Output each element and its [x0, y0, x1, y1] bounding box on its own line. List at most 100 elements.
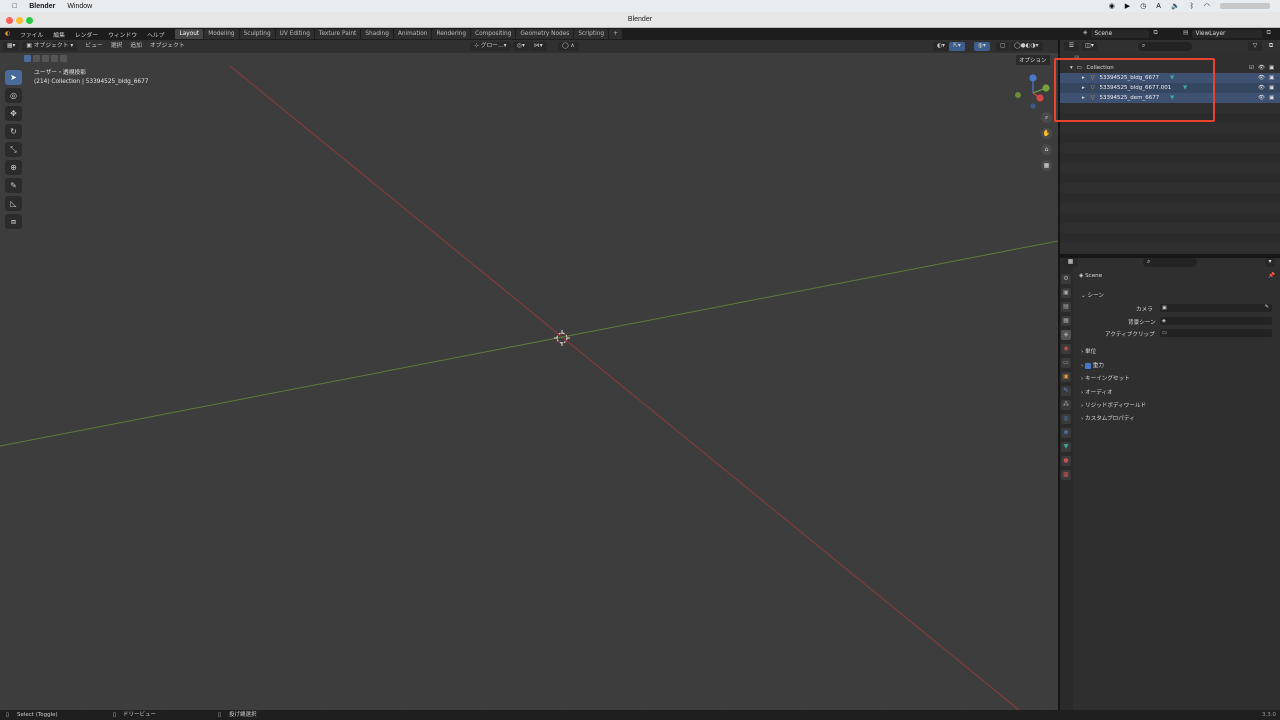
world-tab-icon[interactable]: ◉	[1061, 344, 1071, 354]
menu-edit[interactable]: 編集	[48, 30, 70, 39]
mesh-data-icon[interactable]: ▼	[1170, 93, 1174, 103]
tab-compositing[interactable]: Compositing	[471, 29, 516, 39]
3d-viewport[interactable]: ▦▾ ▣ オブジェクト ▾ ビュー 選択 追加 オブジェクト ⊹ グロー...▾…	[0, 40, 1058, 710]
viewport-canvas[interactable]	[0, 53, 1058, 710]
minimize-window-button[interactable]	[16, 17, 23, 24]
play-icon[interactable]: ▶	[1125, 2, 1130, 10]
properties-options-icon[interactable]: ▾	[1265, 258, 1275, 267]
modifier-tab-icon[interactable]: ✎	[1061, 386, 1071, 396]
menu-object[interactable]: オブジェクト	[146, 42, 189, 51]
collapse-arrow-icon[interactable]: ▾	[1070, 65, 1073, 71]
options-button[interactable]: オプション	[1016, 55, 1050, 65]
collection-checkbox-icon[interactable]: ☑	[1249, 63, 1254, 73]
expand-arrow-icon[interactable]: ▸	[1082, 95, 1085, 101]
texture-tab-icon[interactable]: ▩	[1061, 470, 1071, 480]
keying-sets-panel[interactable]: › キーイングセット	[1081, 374, 1130, 382]
object-visibility-icon[interactable]: 👁	[1258, 93, 1265, 103]
tab-uv-editing[interactable]: UV Editing	[275, 29, 314, 39]
mesh-data-icon[interactable]: ▼	[1170, 73, 1174, 83]
add-workspace-button[interactable]: +	[609, 29, 622, 39]
outliner-item-dem[interactable]: ▸ ▽ 53394525_dem_6677 ▼ 👁 ▣	[1060, 93, 1280, 103]
eyedropper-icon[interactable]: ✎	[1265, 304, 1269, 310]
menu-file[interactable]: ファイル	[15, 30, 48, 39]
properties-editor-type-icon[interactable]: ▦	[1063, 258, 1078, 267]
gizmo-toggle[interactable]: ⇱▾	[949, 42, 965, 51]
menu-view[interactable]: ビュー	[81, 42, 106, 51]
scene-collection-row[interactable]: ▤	[1060, 53, 1280, 63]
new-collection-icon[interactable]: ⧉	[1266, 42, 1276, 51]
object-render-icon[interactable]: ▣	[1269, 83, 1274, 93]
object-visibility-icon[interactable]: 👁	[1258, 83, 1265, 93]
material-tab-icon[interactable]: ●	[1061, 456, 1071, 466]
collection-visibility-icon[interactable]: 👁	[1258, 63, 1265, 73]
gizmo-neg-y-icon[interactable]	[1015, 92, 1021, 98]
xray-toggle[interactable]: ▢	[996, 42, 1010, 51]
scene-icon[interactable]: ◈	[1083, 30, 1087, 38]
editor-type-button[interactable]: ▦▾	[3, 42, 20, 51]
select-intersect-icon[interactable]	[60, 55, 67, 62]
gizmo-x-icon[interactable]	[1036, 94, 1044, 102]
units-panel[interactable]: › 単位	[1081, 347, 1096, 355]
volume-icon[interactable]: 🔈	[1171, 2, 1180, 10]
menu-add[interactable]: 追加	[126, 42, 146, 51]
mode-dropdown[interactable]: ▣ オブジェクト ▾	[22, 42, 78, 51]
shading-modes[interactable]: ◯●◐◑▾	[1010, 42, 1043, 51]
menu-render[interactable]: レンダー	[70, 30, 103, 39]
audio-panel[interactable]: › オーディオ	[1081, 388, 1113, 396]
move-tool-icon[interactable]: ✥	[5, 106, 22, 121]
add-cube-tool-icon[interactable]: ⧈	[5, 214, 22, 229]
view-layer-tab-icon[interactable]: ▦	[1061, 316, 1071, 326]
mac-menu-window[interactable]: Window	[67, 3, 92, 10]
overlay-toggle[interactable]: ◍▾	[974, 42, 990, 51]
new-scene-icon[interactable]: ⧉	[1153, 30, 1157, 38]
tab-rendering[interactable]: Rendering	[432, 29, 471, 39]
gizmo-neg-z-icon[interactable]	[1030, 103, 1036, 109]
menu-help[interactable]: ヘルプ	[142, 30, 169, 39]
keyboard-icon[interactable]: A	[1156, 3, 1161, 10]
camera-field[interactable]: ▣ ✎	[1160, 304, 1272, 312]
expand-arrow-icon[interactable]: ▸	[1082, 75, 1085, 81]
orientation-dropdown[interactable]: ⊹ グロー...▾	[470, 42, 511, 51]
expand-arrow-icon[interactable]: ▸	[1082, 85, 1085, 91]
camera-view-icon[interactable]: ⌂	[1041, 144, 1052, 155]
clock-icon[interactable]: ◷	[1140, 2, 1146, 10]
tab-modeling[interactable]: Modeling	[204, 29, 239, 39]
select-box-tool-icon[interactable]: ➤	[5, 70, 22, 85]
select-new-icon[interactable]	[24, 55, 31, 62]
tab-geometry-nodes[interactable]: Geometry Nodes	[516, 29, 574, 39]
tab-texture-paint[interactable]: Texture Paint	[314, 29, 361, 39]
display-mode-icon[interactable]: ◫▾	[1082, 42, 1097, 51]
object-render-icon[interactable]: ▣	[1269, 93, 1274, 103]
background-scene-field[interactable]: ◈	[1160, 317, 1272, 325]
object-render-icon[interactable]: ▣	[1269, 73, 1274, 83]
tab-scripting[interactable]: Scripting	[574, 29, 609, 39]
siri-icon[interactable]: ◉	[1109, 2, 1115, 10]
cursor-tool-icon[interactable]: ◎	[5, 88, 22, 103]
rotate-tool-icon[interactable]: ↻	[5, 124, 22, 139]
viewlayer-field[interactable]: ViewLayer	[1192, 30, 1263, 38]
tool-tab-icon[interactable]: ⚙	[1061, 274, 1071, 284]
blender-logo-icon[interactable]: ◐	[0, 31, 15, 37]
scene-panel-header[interactable]: ⌄ シーン	[1081, 291, 1104, 299]
collection-tab-icon[interactable]: ▭	[1061, 358, 1071, 368]
data-tab-icon[interactable]: ▼	[1061, 442, 1071, 452]
apple-icon[interactable]: 	[12, 3, 17, 10]
outliner-item-bldg-001[interactable]: ▸ ▽ 53394525_bldg_6677.001 ▼ 👁 ▣	[1060, 83, 1280, 93]
tab-shading[interactable]: Shading	[361, 29, 393, 39]
transform-tool-icon[interactable]: ⊕	[5, 160, 22, 175]
select-invert-icon[interactable]	[51, 55, 58, 62]
filter-icon[interactable]: ▽	[1248, 42, 1262, 51]
wifi-icon[interactable]: ◠	[1204, 2, 1210, 10]
zoom-icon[interactable]: ⌕	[1041, 112, 1052, 123]
object-tab-icon[interactable]: ▣	[1061, 372, 1071, 382]
menu-window[interactable]: ウィンドウ	[103, 30, 142, 39]
object-visibility-icon[interactable]: 👁	[1258, 73, 1265, 83]
tab-sculpting[interactable]: Sculpting	[239, 29, 275, 39]
snap-toggle[interactable]: ⋈▾	[530, 42, 547, 51]
tab-layout[interactable]: Layout	[175, 29, 204, 39]
mac-app-name[interactable]: Blender	[29, 3, 55, 10]
output-tab-icon[interactable]: ▤	[1061, 302, 1071, 312]
proportional-toggle[interactable]: ◯ ∧	[558, 42, 579, 51]
measure-tool-icon[interactable]: ◺	[5, 196, 22, 211]
active-clip-field[interactable]: ▭	[1160, 329, 1272, 337]
